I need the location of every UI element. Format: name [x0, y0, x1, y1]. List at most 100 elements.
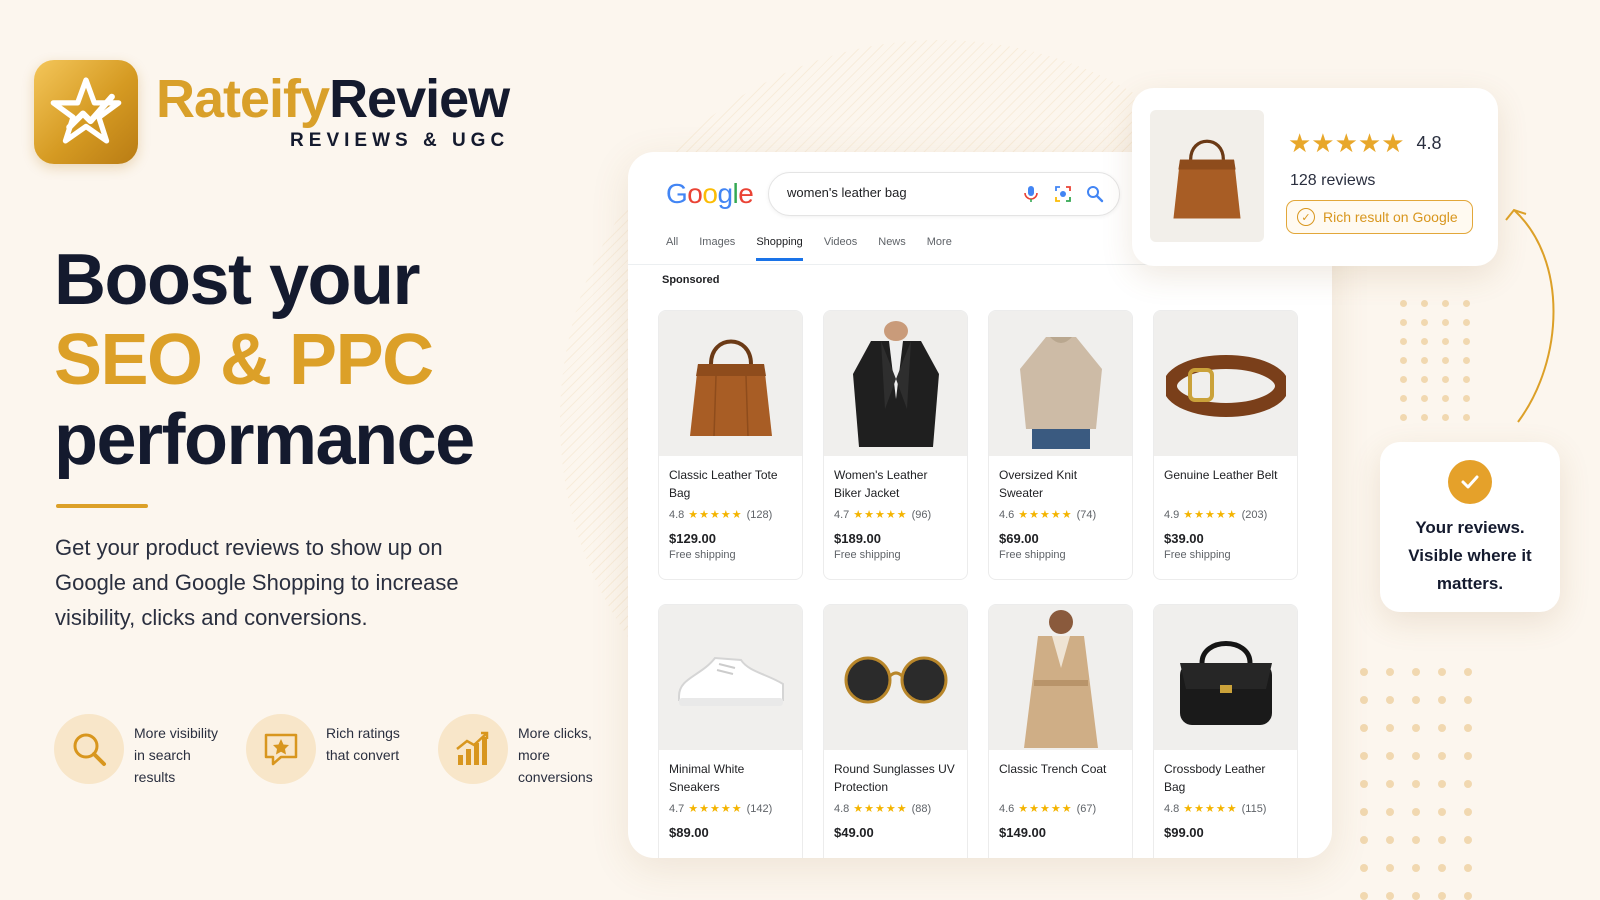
magnifier-icon [54, 714, 124, 784]
product-price: $69.00 [999, 531, 1039, 546]
product-card[interactable]: Genuine Leather Belt 4.9 ★★★★★ (203) $39.0… [1153, 310, 1298, 580]
rating-stars-icon: ★★★★★ [688, 803, 743, 815]
product-card[interactable]: Oversized Knit Sweater 4.6 ★★★★★ (74) $69.… [988, 310, 1133, 580]
product-card[interactable]: Classic Leather Tote Bag 4.8 ★★★★★ (128) $… [658, 310, 803, 580]
search-tabs: All Images Shopping Videos News More [666, 236, 973, 261]
product-rating: 4.7 ★★★★★ (142) [669, 802, 773, 816]
product-rating: 4.8 ★★★★★ (128) [669, 508, 773, 522]
star-logo-icon [34, 60, 138, 164]
product-price: $149.00 [999, 825, 1046, 840]
search-box[interactable] [768, 172, 1120, 216]
hero-subtitle: Get your product reviews to show up on G… [55, 535, 459, 630]
product-card[interactable]: Minimal White Sneakers 4.7 ★★★★★ (142) $89… [658, 604, 803, 858]
rating-stars: ★★★★★ 4.8 [1288, 128, 1442, 159]
product-price: $89.00 [669, 825, 709, 840]
product-price: $99.00 [1164, 825, 1204, 840]
sweater-icon [989, 311, 1132, 456]
star-chat-icon [246, 714, 316, 784]
tab-news[interactable]: News [878, 236, 906, 261]
product-name[interactable]: Classic Leather Tote Bag [669, 466, 792, 504]
product-shipping: Free shipping [834, 549, 901, 561]
feature-text: More clicks, more conversions [518, 725, 593, 785]
rating-stars-icon: ★★★★★ [1018, 509, 1073, 521]
check-icon [1448, 460, 1492, 504]
rating-stars-icon: ★★★★★ [1018, 803, 1073, 815]
brand-name: RateifyReview [156, 69, 510, 129]
sneaker-icon [659, 605, 802, 750]
product-rating: 4.7 ★★★★★ (96) [834, 508, 932, 522]
search-icon[interactable] [1085, 184, 1105, 204]
product-rating: 4.8 ★★★★★ (115) [1164, 802, 1267, 816]
tab-videos[interactable]: Videos [824, 236, 857, 261]
headline-line: performance [54, 400, 475, 480]
rich-result-badge: ✓ Rich result on Google [1286, 200, 1473, 234]
product-card[interactable]: Round Sunglasses UV Protection 4.8 ★★★★★(… [823, 604, 968, 858]
tote-bag-icon [1150, 110, 1264, 242]
tab-shopping[interactable]: Shopping [756, 236, 803, 261]
feature-item: More visibility in search results [54, 714, 230, 788]
curved-arrow-icon [1505, 208, 1555, 423]
decorative-dots [1400, 300, 1470, 421]
trench-coat-icon [989, 605, 1132, 750]
product-name[interactable]: Round Sunglasses UV Protection [834, 760, 957, 798]
divider [56, 504, 148, 508]
google-logo: Google [666, 178, 754, 209]
check-circle-icon: ✓ [1297, 208, 1315, 226]
rating-stars-icon: ★★★★★ [1288, 128, 1405, 158]
product-rating: 4.6 ★★★★★ (67) [999, 802, 1097, 816]
crossbody-bag-icon [1154, 605, 1297, 750]
rich-result-card: ★★★★★ 4.8 128 reviews ✓ Rich result on G… [1132, 88, 1498, 266]
feature-text: Rich ratings that convert [326, 725, 400, 763]
rating-stars-icon: ★★★★★ [853, 509, 908, 521]
tote-bag-icon [659, 311, 802, 456]
callout-text: Your reviews. Visible where it matters. [1408, 518, 1532, 593]
product-name[interactable]: Classic Trench Coat [999, 760, 1122, 798]
tab-images[interactable]: Images [699, 236, 735, 261]
product-name[interactable]: Minimal White Sneakers [669, 760, 792, 798]
product-price: $39.00 [1164, 531, 1204, 546]
product-shipping: Free shipping [669, 549, 736, 561]
brand-logo: RateifyReview REVIEWS & UGC [34, 60, 510, 164]
rating-stars-icon: ★★★★★ [1183, 509, 1238, 521]
product-name[interactable]: Women's Leather Biker Jacket [834, 466, 957, 504]
rating-value: 4.8 [1416, 133, 1442, 153]
product-card[interactable]: Crossbody Leather Bag 4.8 ★★★★★ (115) $99.… [1153, 604, 1298, 858]
sunglasses-icon [824, 605, 967, 750]
feature-list: More visibility in search results Rich r… [54, 714, 630, 788]
product-name[interactable]: Oversized Knit Sweater [999, 466, 1122, 504]
rating-stars-icon: ★★★★★ [1183, 803, 1238, 815]
review-count: 128 reviews [1290, 172, 1376, 189]
product-name[interactable]: Genuine Leather Belt [1164, 466, 1287, 504]
feature-item: More clicks, more conversions [438, 714, 614, 788]
lens-camera-icon[interactable] [1053, 184, 1073, 204]
growth-chart-icon [438, 714, 508, 784]
product-price: $189.00 [834, 531, 881, 546]
rating-stars-icon: ★★★★★ [688, 509, 743, 521]
product-shipping: Free shipping [1164, 549, 1231, 561]
rating-stars-icon: ★★★★★ [853, 803, 908, 815]
tab-all[interactable]: All [666, 236, 678, 261]
product-shipping: Free shipping [999, 549, 1066, 561]
decorative-dots [1360, 668, 1472, 900]
belt-icon [1154, 311, 1297, 456]
brand-tagline: REVIEWS & UGC [290, 130, 510, 151]
jacket-icon [824, 311, 967, 456]
product-price: $49.00 [834, 825, 874, 840]
product-name[interactable]: Crossbody Leather Bag [1164, 760, 1287, 798]
feature-item: Rich ratings that convert [246, 714, 422, 788]
product-price: $129.00 [669, 531, 716, 546]
tab-more[interactable]: More [927, 236, 952, 261]
microphone-icon[interactable] [1021, 184, 1041, 204]
headline-line-accent: SEO & PPC [54, 320, 434, 400]
sponsored-label: Sponsored [662, 274, 720, 286]
headline-line: Boost your [54, 240, 421, 320]
search-input[interactable] [787, 185, 1007, 200]
product-rating: 4.6 ★★★★★ (74) [999, 508, 1097, 522]
feature-text: More visibility in search results [134, 725, 219, 785]
hero-headline: Boost your SEO & PPC performance [54, 240, 475, 480]
product-card[interactable]: Classic Trench Coat 4.6 ★★★★★ (67) $149.00 [988, 604, 1133, 858]
product-card[interactable]: Women's Leather Biker Jacket 4.7 ★★★★★ (96… [823, 310, 968, 580]
product-rating: 4.9 ★★★★★ (203) [1164, 508, 1268, 522]
visibility-callout: Your reviews. Visible where it matters. [1380, 442, 1560, 612]
product-grid: Classic Leather Tote Bag 4.8 ★★★★★ (128) $… [658, 310, 1298, 858]
